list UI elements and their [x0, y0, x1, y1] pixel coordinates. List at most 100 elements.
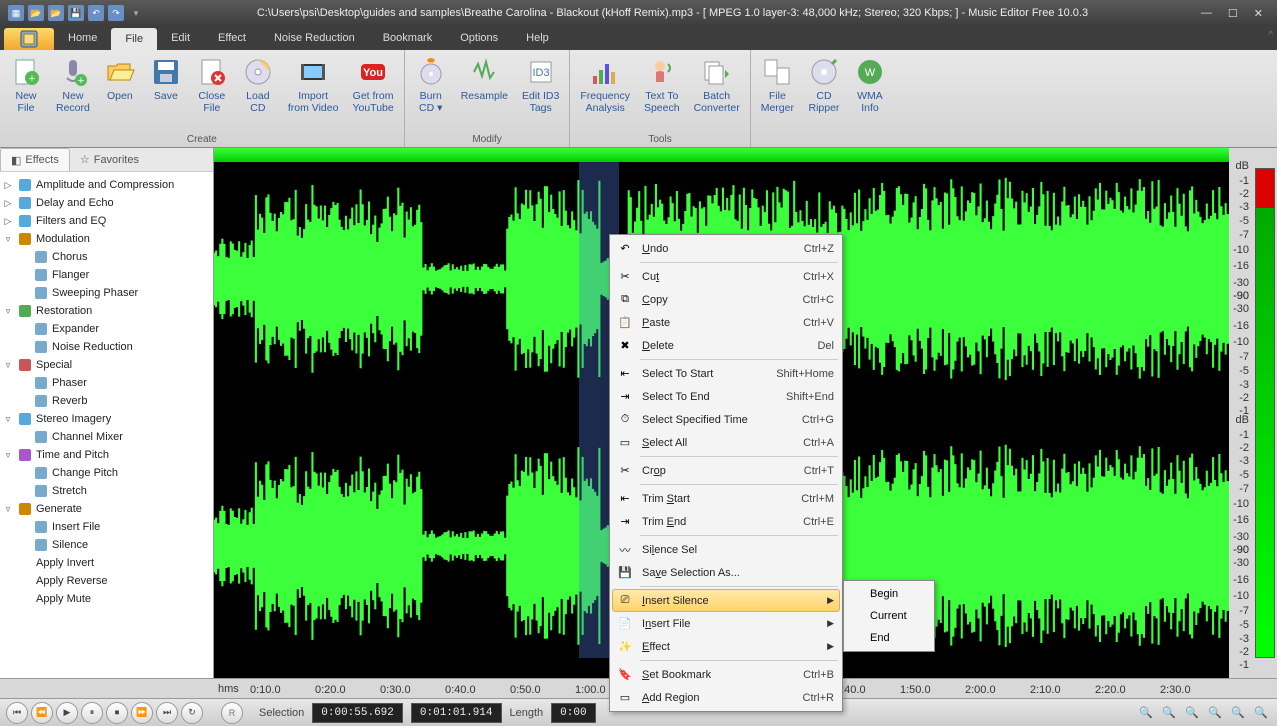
tree-node-icon: [33, 429, 49, 445]
tree-item-expander[interactable]: Expander: [2, 320, 211, 338]
ribbon-freq-button[interactable]: FrequencyAnalysis: [574, 52, 636, 132]
ribbon-impvid-button[interactable]: Importfrom Video: [282, 52, 345, 132]
effects-sidebar: ◧Effects ☆Favorites ▷Amplitude and Compr…: [0, 148, 214, 678]
minimize-button[interactable]: —: [1201, 7, 1212, 20]
open-icon: [104, 56, 136, 88]
db-label: -2: [1239, 188, 1249, 200]
ribbon-batch-button[interactable]: BatchConverter: [688, 52, 746, 132]
close-button[interactable]: ✕: [1254, 7, 1263, 20]
tab-help[interactable]: Help: [512, 26, 563, 50]
ribbon-editid3-button[interactable]: ID3Edit ID3Tags: [516, 52, 565, 132]
sidebar-tab-favorites[interactable]: ☆Favorites: [70, 148, 149, 171]
ribbon-wma-button[interactable]: WWMAInfo: [848, 52, 892, 143]
menu-crop[interactable]: ✂CropCtrl+T: [612, 459, 840, 482]
tab-edit[interactable]: Edit: [157, 26, 204, 50]
qat-dropdown-icon[interactable]: ▾: [128, 5, 144, 21]
tree-item-apply-invert[interactable]: Apply Invert: [2, 554, 211, 572]
ribbon-merger-button[interactable]: FileMerger: [755, 52, 800, 143]
ribbon-loadcd-button[interactable]: LoadCD: [236, 52, 280, 132]
menu-silence-sel[interactable]: 〰Silence Sel: [612, 538, 840, 561]
tree-item-noise-reduction[interactable]: Noise Reduction: [2, 338, 211, 356]
menu-select-to-start[interactable]: ⇤Select To StartShift+Home: [612, 362, 840, 385]
qat-redo-icon[interactable]: ↷: [108, 5, 124, 21]
menu-cut[interactable]: ✂CutCtrl+X: [612, 265, 840, 288]
tree-item-modulation[interactable]: ▿Modulation: [2, 230, 211, 248]
tree-item-reverb[interactable]: Reverb: [2, 392, 211, 410]
menu-effect[interactable]: ✨Effect▶: [612, 635, 840, 658]
qat-save-icon[interactable]: 💾: [68, 5, 84, 21]
tree-item-stretch[interactable]: Stretch: [2, 482, 211, 500]
tab-noise-reduction[interactable]: Noise Reduction: [260, 26, 369, 50]
tab-bookmark[interactable]: Bookmark: [369, 26, 447, 50]
menu-undo[interactable]: ↶UndoCtrl+Z: [612, 237, 840, 260]
tab-options[interactable]: Options: [446, 26, 512, 50]
menu-save-selection-as-[interactable]: 💾Save Selection As...: [612, 561, 840, 584]
tree-item-apply-reverse[interactable]: Apply Reverse: [2, 572, 211, 590]
ribbon-burncd-button[interactable]: BurnCD ▾: [409, 52, 453, 132]
tree-item-special[interactable]: ▿Special: [2, 356, 211, 374]
ribbon-group-create-label: Create: [4, 132, 400, 147]
ribbon-newfile-button[interactable]: +NewFile: [4, 52, 48, 132]
tab-file[interactable]: File: [111, 28, 157, 50]
ribbon-open-button[interactable]: Open: [98, 52, 142, 132]
ribbon-save-button[interactable]: Save: [144, 52, 188, 132]
qat-new-icon[interactable]: ▦: [8, 5, 24, 21]
db-label: -2: [1239, 442, 1249, 454]
tree-item-filters-and-eq[interactable]: ▷Filters and EQ: [2, 212, 211, 230]
menu-insert-file[interactable]: 📄Insert File▶: [612, 612, 840, 635]
menu-set-bookmark[interactable]: 🔖Set BookmarkCtrl+B: [612, 663, 840, 686]
menu-add-region[interactable]: ▭Add RegionCtrl+R: [612, 686, 840, 709]
menu-trim-start[interactable]: ⇤Trim StartCtrl+M: [612, 487, 840, 510]
copy-icon: ⧉: [616, 291, 634, 309]
tree-item-change-pitch[interactable]: Change Pitch: [2, 464, 211, 482]
svg-text:+: +: [29, 73, 35, 85]
maximize-button[interactable]: ☐: [1228, 7, 1238, 20]
sidebar-tab-effects[interactable]: ◧Effects: [0, 148, 70, 171]
tree-item-generate[interactable]: ▿Generate: [2, 500, 211, 518]
menu-trim-end[interactable]: ⇥Trim EndCtrl+E: [612, 510, 840, 533]
menu-delete[interactable]: ✖DeleteDel: [612, 334, 840, 357]
loadcd-icon: [242, 56, 274, 88]
menu-select-to-end[interactable]: ⇥Select To EndShift+End: [612, 385, 840, 408]
tab-home[interactable]: Home: [54, 26, 111, 50]
tree-item-delay-and-echo[interactable]: ▷Delay and Echo: [2, 194, 211, 212]
submenu-current[interactable]: Current: [846, 605, 932, 627]
tree-item-silence[interactable]: Silence: [2, 536, 211, 554]
tree-item-time-and-pitch[interactable]: ▿Time and Pitch: [2, 446, 211, 464]
ribbon-tts-button[interactable]: Text ToSpeech: [638, 52, 686, 132]
tree-item-chorus[interactable]: Chorus: [2, 248, 211, 266]
tree-item-phaser[interactable]: Phaser: [2, 374, 211, 392]
tree-item-stereo-imagery[interactable]: ▿Stereo Imagery: [2, 410, 211, 428]
qat-open2-icon[interactable]: 📂: [48, 5, 64, 21]
quick-access-toolbar: ▦ 📂 📂 💾 ↶ ↷ ▾: [8, 5, 144, 21]
qat-undo-icon[interactable]: ↶: [88, 5, 104, 21]
tree-item-channel-mixer[interactable]: Channel Mixer: [2, 428, 211, 446]
tree-item-sweeping-phaser[interactable]: Sweeping Phaser: [2, 284, 211, 302]
tree-item-apply-mute[interactable]: Apply Mute: [2, 590, 211, 608]
ribbon-ripper-button[interactable]: CDRipper: [802, 52, 846, 143]
submenu-begin[interactable]: Begin: [846, 583, 932, 605]
qat-open-icon[interactable]: 📂: [28, 5, 44, 21]
menu-select-specified-time[interactable]: ⏱Select Specified TimeCtrl+G: [612, 408, 840, 431]
db-label: -30: [1233, 277, 1249, 289]
tab-effect[interactable]: Effect: [204, 26, 260, 50]
tree-item-restoration[interactable]: ▿Restoration: [2, 302, 211, 320]
app-menu-button[interactable]: [4, 28, 54, 50]
menu-paste[interactable]: 📋PasteCtrl+V: [612, 311, 840, 334]
ribbon-collapse-icon[interactable]: ^: [1268, 30, 1273, 41]
closefile-icon: [196, 56, 228, 88]
submenu-end[interactable]: End: [846, 627, 932, 649]
ribbon-getyt-button[interactable]: YouGet fromYouTube: [346, 52, 399, 132]
freq-icon: [589, 56, 621, 88]
ribbon-closefile-button[interactable]: CloseFile: [190, 52, 234, 132]
menu-select-all[interactable]: ▭Select AllCtrl+A: [612, 431, 840, 454]
ribbon-newrec-button[interactable]: +NewRecord: [50, 52, 96, 132]
menu-insert-silence[interactable]: ⎚Insert Silence▶: [612, 589, 840, 612]
tree-item-amplitude-and-compression[interactable]: ▷Amplitude and Compression: [2, 176, 211, 194]
insfile-icon: 📄: [616, 615, 634, 633]
menu-copy[interactable]: ⧉CopyCtrl+C: [612, 288, 840, 311]
tree-item-insert-file[interactable]: Insert File: [2, 518, 211, 536]
tree-item-flanger[interactable]: Flanger: [2, 266, 211, 284]
context-menu: ↶UndoCtrl+Z ✂CutCtrl+X⧉CopyCtrl+C📋PasteCt…: [609, 234, 843, 712]
ribbon-resample-button[interactable]: Resample: [455, 52, 514, 132]
